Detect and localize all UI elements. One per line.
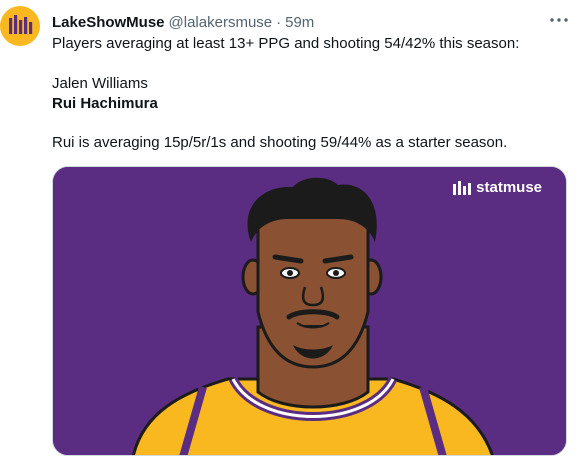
tweet-text-line: Players averaging at least 13+ PPG and s… [52,35,520,52]
tweet-text-line: Rui is averaging 15p/5r/1s and shooting … [52,134,508,151]
player-illustration [53,167,566,455]
statmuse-brand: statmuse [453,179,542,196]
tweet-header: LakeShowMuse @lalakersmuse · 59m [52,12,314,32]
more-options-icon [550,18,568,22]
statmuse-logo-icon [453,180,472,195]
more-options-button[interactable] [546,10,572,30]
separator-dot: · [276,13,282,31]
timestamp[interactable]: 59m [285,14,314,31]
tweet-text-line-bold: Rui Hachimura [52,95,158,112]
display-name[interactable]: LakeShowMuse [52,14,165,31]
tweet-media-image[interactable]: statmuse [52,166,567,456]
user-handle[interactable]: @lalakersmuse [169,14,273,31]
tweet-text-line: Jalen Williams [52,75,148,92]
brand-label: statmuse [476,179,542,196]
lakeshowmuse-logo-icon [9,15,33,34]
avatar[interactable] [0,6,40,46]
